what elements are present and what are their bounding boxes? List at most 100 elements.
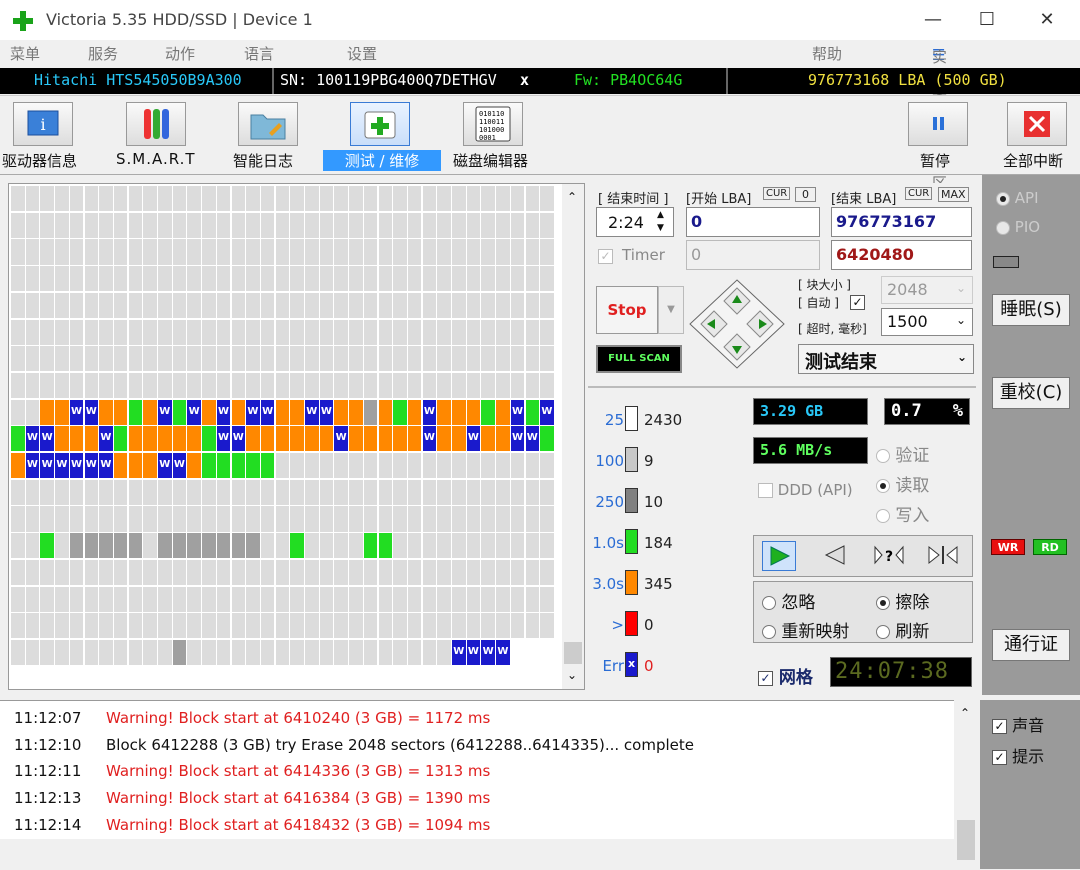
menu-item-help[interactable]: 帮助 [812, 43, 842, 64]
passport-button[interactable]: 通行证 [992, 629, 1070, 661]
map-block [128, 559, 143, 585]
map-block [393, 639, 407, 666]
scroll-thumb[interactable] [564, 642, 582, 664]
start-zero-button[interactable]: 0 [795, 187, 816, 202]
timeout-select[interactable]: 1500 ⌄ [881, 308, 973, 336]
map-block [55, 399, 69, 425]
close-button[interactable]: ✕ [1022, 0, 1072, 40]
ddd-api-checkbox[interactable]: DDD (API) [758, 481, 853, 499]
map-block [55, 266, 69, 292]
map-block [275, 372, 290, 399]
scroll-down-icon[interactable]: ⌄ [567, 668, 577, 682]
drive-firmware: Fw: PB4OC64G [574, 71, 683, 89]
pio-radio[interactable]: PIO [996, 218, 1040, 236]
sleep-button[interactable]: 睡眠(S) [992, 294, 1070, 326]
test-repair-button[interactable] [350, 102, 410, 146]
log-row: 11:12:07 Warning! Block start at 6410240 … [14, 709, 490, 727]
map-block [275, 613, 290, 639]
map-block [143, 239, 157, 265]
map-block [143, 346, 157, 372]
folder-icon [250, 114, 286, 140]
timer-checkbox[interactable]: ✓ [598, 247, 613, 265]
disk-editor-button[interactable]: 010110 110011 101000 0001 [463, 102, 523, 146]
start-cur-button[interactable]: CUR [763, 187, 791, 200]
butterfly-button[interactable] [926, 541, 960, 571]
map-block [393, 586, 407, 612]
random-button[interactable]: ? [872, 541, 906, 571]
menu-item-menu[interactable]: 菜单 [10, 43, 40, 64]
maximize-button[interactable]: ☐ [962, 0, 1012, 40]
scroll-thumb[interactable] [957, 820, 975, 860]
map-block: W [510, 426, 525, 452]
play-button[interactable] [762, 541, 796, 571]
ignore-radio[interactable]: 忽略 [762, 588, 815, 613]
verify-radio[interactable]: 验证 [876, 441, 929, 466]
map-block [393, 346, 407, 372]
map-block [510, 186, 525, 212]
test-status-select[interactable]: 测试结束 ⌄ [798, 344, 974, 374]
hints-checkbox[interactable]: ✓ 提示 [992, 743, 1044, 767]
api-radio[interactable]: API [996, 189, 1039, 207]
map-block [128, 639, 143, 666]
map-block: W [69, 453, 84, 479]
auto-checkbox[interactable]: ✓ [850, 293, 865, 311]
map-block [202, 559, 216, 585]
map-block [275, 426, 290, 452]
pause-button[interactable] [908, 102, 968, 146]
timer-input[interactable]: 0 [686, 240, 820, 270]
refresh-radio[interactable]: 刷新 [876, 617, 929, 642]
minimize-button[interactable]: — [908, 0, 958, 40]
menu-item-service[interactable]: 服务 [88, 43, 118, 64]
scroll-up-icon[interactable]: ⌃ [960, 706, 970, 720]
map-block [525, 266, 539, 292]
block-size-select[interactable]: 2048 ⌄ [881, 276, 973, 304]
map-block [202, 239, 216, 265]
remap-radio[interactable]: 重新映射 [762, 617, 849, 642]
end-time-spinner[interactable]: 2:24 ▲ ▼ [596, 207, 674, 237]
read-radio[interactable]: 读取 [876, 471, 929, 496]
map-block [334, 613, 348, 639]
log-scrollbar[interactable]: ⌃ [954, 700, 978, 869]
scroll-up-icon[interactable]: ⌃ [567, 190, 577, 204]
map-scrollbar[interactable]: ⌃ ⌄ [562, 184, 584, 689]
full-scan-button[interactable]: FULL SCAN [596, 345, 682, 373]
map-block [334, 453, 348, 479]
stop-dropdown-icon[interactable]: ▼ [658, 286, 684, 334]
latency-count: 345 [644, 575, 673, 593]
smart-log-button[interactable] [238, 102, 298, 146]
end-lba-input[interactable]: 976773167 [831, 207, 972, 237]
map-block [99, 186, 113, 212]
menu-item-language[interactable]: 语言 [244, 43, 274, 64]
write-radio[interactable]: 写入 [876, 501, 929, 526]
map-block [187, 453, 201, 479]
map-block [540, 559, 554, 585]
map-block [510, 613, 525, 639]
menu-item-action[interactable]: 动作 [165, 43, 195, 64]
map-block [69, 372, 84, 399]
end-cur-button[interactable]: CUR [905, 187, 933, 200]
stop-button[interactable]: Stop [596, 286, 658, 334]
start-lba-input[interactable]: 0 [686, 207, 820, 237]
map-block [172, 613, 187, 639]
map-block [202, 613, 216, 639]
sound-checkbox[interactable]: ✓ 声音 [992, 712, 1044, 736]
drive-info-button[interactable]: i [13, 102, 73, 146]
block-size-label: [ 块大小 ] [798, 278, 851, 292]
smart-button[interactable] [126, 102, 186, 146]
progress-percent: 0.7% [884, 398, 970, 425]
rewind-button[interactable] [818, 541, 852, 571]
end-max-button[interactable]: MAX [938, 187, 969, 202]
current-lba-input[interactable]: 6420480 [831, 240, 972, 270]
map-block [378, 639, 392, 666]
grid-checkbox[interactable]: ✓ 网格 [758, 663, 813, 688]
map-block [172, 479, 187, 505]
spin-down-icon[interactable]: ▼ [657, 223, 664, 233]
abort-all-button[interactable] [1007, 102, 1067, 146]
close-drive-x[interactable]: x [520, 71, 529, 89]
recalibrate-button[interactable]: 重校(C) [992, 377, 1070, 409]
erase-radio[interactable]: 擦除 [876, 588, 929, 613]
menu-item-settings[interactable]: 设置 [347, 43, 377, 64]
map-block [319, 346, 334, 372]
spin-up-icon[interactable]: ▲ [657, 210, 664, 220]
direction-pad[interactable] [688, 278, 786, 370]
